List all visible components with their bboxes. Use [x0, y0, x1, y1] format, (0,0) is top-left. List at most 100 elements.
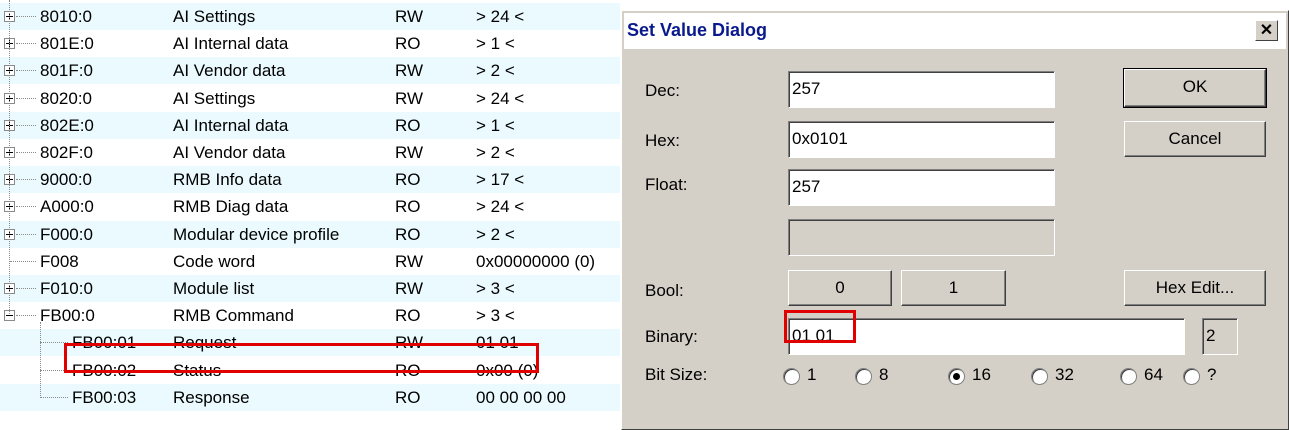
- tree-row[interactable]: 8010:0 AI Settings RW > 24 <: [0, 3, 620, 30]
- row-value: > 17 <: [476, 170, 525, 190]
- close-icon: ✕: [1259, 22, 1274, 39]
- row-index: 8020:0: [40, 88, 92, 108]
- row-value: > 1 <: [476, 34, 515, 54]
- row-flags: RO: [395, 306, 421, 326]
- tree-row[interactable]: 8020:0 AI Settings RW > 24 <: [0, 85, 620, 112]
- hex-label: Hex:: [645, 131, 680, 150]
- binary-label: Binary:: [645, 327, 698, 346]
- bool-label: Bool:: [645, 281, 684, 300]
- row-flags: RW: [395, 251, 424, 271]
- row-name: Response: [173, 387, 250, 407]
- bitsize-radio-label: 64: [1144, 365, 1163, 384]
- tree-vertical-line: [9, 0, 10, 315]
- row-index: 802E:0: [40, 115, 94, 135]
- dec-input[interactable]: 257: [788, 71, 1055, 108]
- bitsize-radio-label: ?: [1207, 365, 1217, 384]
- tree-connector-line: [16, 288, 36, 289]
- hex-edit-button[interactable]: Hex Edit...: [1124, 270, 1266, 306]
- row-index: 9000:0: [40, 170, 92, 190]
- tree-child-vertical-line: [40, 322, 41, 396]
- row-index: FB00:03: [72, 387, 137, 407]
- request-row-highlight: [64, 343, 539, 373]
- tree-row[interactable]: 9000:0 RMB Info data RO > 17 <: [0, 166, 620, 194]
- row-flags: RW: [395, 61, 424, 81]
- row-index: 802F:0: [40, 143, 93, 162]
- dec-label: Dec:: [645, 81, 680, 100]
- row-value: > 2 <: [476, 143, 515, 162]
- object-tree-list[interactable]: 8010:0 AI Settings RW > 24 < 801E:0 AI Intern…: [0, 0, 620, 430]
- row-flags: RW: [395, 143, 424, 162]
- tree-child-row[interactable]: FB00:03 Response RO 00 00 00 00: [0, 383, 620, 411]
- row-value: > 1 <: [476, 115, 515, 135]
- tree-connector-line: [16, 16, 36, 17]
- row-index: 801F:0: [40, 61, 93, 81]
- tree-row[interactable]: 801F:0 AI Vendor data RW > 2 <: [0, 57, 620, 85]
- bitsize-radio-64[interactable]: [1120, 368, 1137, 385]
- tree-connector-line: [16, 43, 36, 45]
- row-index: F000:0: [40, 224, 93, 244]
- bitsize-radio-8[interactable]: [855, 368, 872, 385]
- row-index: F008: [40, 251, 79, 271]
- row-flags: RO: [395, 197, 421, 217]
- bitsize-radio-label: 16: [972, 365, 991, 384]
- row-name: AI Settings: [173, 88, 256, 108]
- tree-row[interactable]: 802F:0 AI Vendor data RW > 2 <: [0, 139, 620, 166]
- bitsize-radio-label: 32: [1055, 365, 1074, 384]
- tree-connector-line: [16, 179, 36, 181]
- tree-connector-line: [16, 70, 36, 72]
- row-flags: RO: [395, 387, 421, 407]
- tree-row[interactable]: FB00:0 RMB Command RO > 3 <: [0, 302, 620, 329]
- bitsize-radio-16[interactable]: [948, 368, 965, 385]
- row-value: > 24 <: [476, 7, 525, 26]
- tree-row[interactable]: A000:0 RMB Diag data RO > 24 <: [0, 193, 620, 220]
- ok-button[interactable]: OK: [1123, 68, 1267, 108]
- row-flags: RW: [395, 279, 424, 298]
- cancel-button[interactable]: Cancel: [1124, 121, 1266, 157]
- hex-input[interactable]: 0x0101: [788, 121, 1055, 158]
- tree-row[interactable]: F010:0 Module list RW > 3 <: [0, 275, 620, 302]
- bool-false-button[interactable]: 0: [788, 270, 892, 306]
- tree-connector-line: [16, 124, 36, 126]
- row-flags: RO: [395, 34, 421, 54]
- row-value: 0x00000000 (0): [476, 251, 596, 271]
- row-name: AI Settings: [173, 7, 256, 26]
- row-name: AI Internal data: [173, 115, 289, 135]
- tree-row[interactable]: 802E:0 AI Internal data RO > 1 <: [0, 111, 620, 139]
- row-value: > 3 <: [476, 306, 515, 326]
- binary-highlight-box: [784, 310, 856, 343]
- close-button[interactable]: ✕: [1255, 20, 1278, 41]
- bitsize-label: Bit Size:: [645, 365, 708, 384]
- byte-count-field: 2: [1202, 318, 1238, 355]
- row-name: RMB Command: [173, 306, 294, 326]
- row-name: Code word: [173, 251, 256, 271]
- row-index: 801E:0: [40, 34, 94, 54]
- row-name: AI Vendor data: [173, 61, 286, 81]
- tree-connector-line: [16, 315, 36, 317]
- row-index: 8010:0: [40, 7, 92, 26]
- row-name: RMB Diag data: [173, 197, 289, 217]
- tree-row[interactable]: 801E:0 AI Internal data RO > 1 <: [0, 30, 620, 57]
- float-label: Float:: [645, 175, 688, 194]
- row-flags: RW: [395, 88, 424, 108]
- row-index: A000:0: [40, 197, 94, 217]
- bitsize-radio-label: 8: [879, 365, 889, 384]
- row-flags: RO: [395, 115, 421, 135]
- row-name: Modular device profile: [173, 224, 340, 244]
- tree-connector-line: [16, 97, 36, 99]
- row-value: > 24 <: [476, 88, 525, 108]
- tree-row[interactable]: F008 Code word RW 0x00000000 (0): [0, 248, 620, 275]
- bitsize-radio-1[interactable]: [783, 368, 800, 385]
- row-name: RMB Info data: [173, 170, 282, 190]
- row-value: > 2 <: [476, 224, 515, 244]
- row-index: F010:0: [40, 279, 93, 298]
- float-input[interactable]: 257: [788, 169, 1055, 206]
- tree-connector-line: [40, 396, 68, 398]
- tree-row[interactable]: F000:0 Modular device profile RO > 2 <: [0, 220, 620, 248]
- tree-connector-line: [16, 233, 36, 235]
- bool-true-button[interactable]: 1: [901, 270, 1006, 306]
- bitsize-radio-32[interactable]: [1031, 368, 1048, 385]
- row-value: > 2 <: [476, 61, 515, 81]
- dialog-title-bar[interactable]: Set Value Dialog ✕: [624, 13, 1286, 49]
- bitsize-radio-auto[interactable]: [1183, 368, 1200, 385]
- tree-connector-line: [16, 206, 36, 208]
